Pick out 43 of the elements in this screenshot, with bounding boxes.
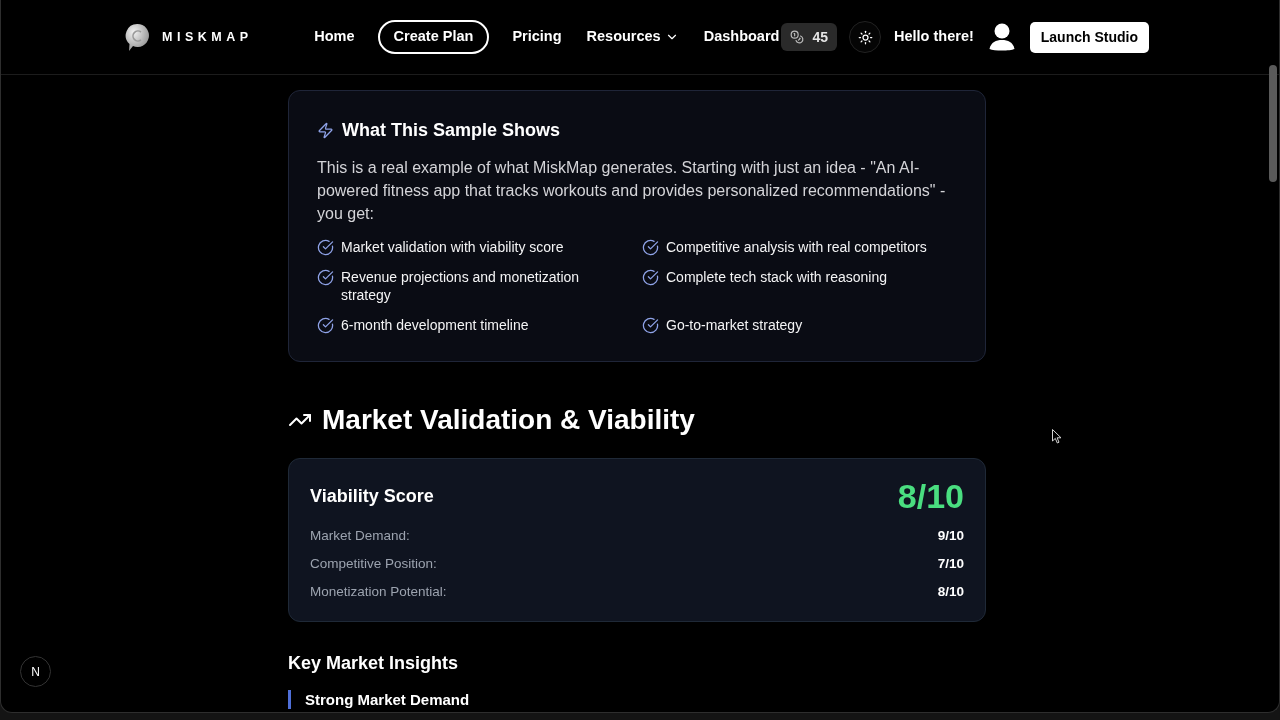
metric-value: 9/10	[937, 527, 964, 545]
section-title: Market Validation & Viability	[322, 403, 695, 437]
metric-label: Market Demand:	[310, 527, 410, 545]
check-circle-icon	[317, 317, 334, 334]
scrollbar-thumb[interactable]	[1269, 65, 1277, 182]
score-value: 8/10	[897, 476, 964, 516]
greeting-text: Hello there!	[894, 27, 974, 47]
cursor-icon	[1052, 429, 1062, 444]
insight-title: Strong Market Demand	[305, 690, 471, 709]
feature-text: Complete tech stack with reasoning	[666, 268, 887, 286]
metric-value: 7/10	[937, 555, 964, 573]
check-circle-icon	[317, 239, 334, 256]
metric-label: Monetization Potential:	[310, 583, 447, 601]
insights-title: Key Market Insights	[288, 652, 460, 675]
nav-link[interactable]: Pricing	[510, 20, 564, 54]
coins-icon	[790, 30, 805, 44]
check-circle-icon	[642, 239, 659, 256]
feature-text: Go-to-market strategy	[666, 316, 803, 334]
feature-text: Competitive analysis with real competitors	[666, 238, 927, 256]
nav-link[interactable]: Create Plan	[377, 20, 490, 54]
dev-tools-button[interactable]: N	[20, 656, 51, 687]
nav-link[interactable]: Dashboard	[701, 20, 782, 54]
theme-toggle-button[interactable]	[849, 21, 881, 53]
feature-text: Market validation with viability score	[341, 238, 564, 256]
credits-badge[interactable]: 45	[781, 23, 837, 51]
metric-label: Competitive Position:	[310, 555, 437, 573]
logo-text: MISKMAP	[162, 28, 253, 46]
user-avatar-icon[interactable]	[988, 23, 1015, 51]
nav-link[interactable]: Home	[312, 20, 357, 54]
nav-dropdown[interactable]: Resources	[584, 20, 681, 54]
logo-icon	[125, 22, 150, 52]
card-title: What This Sample Shows	[342, 119, 561, 142]
card-description: This is a real example of what MiskMap generates. Starting with just an idea - "An AI-powered fitness app that tracks workouts and provides personalized recommendations" - you get:	[317, 158, 947, 224]
launch-studio-button[interactable]: Launch Studio	[1029, 21, 1149, 53]
check-circle-icon	[317, 269, 334, 286]
check-circle-icon	[642, 269, 659, 286]
metric-value: 8/10	[937, 583, 964, 601]
check-circle-icon	[642, 317, 659, 334]
sun-icon	[857, 29, 873, 45]
feature-text: 6-month development timeline	[341, 316, 529, 334]
feature-text: Revenue projections and monetization strategy	[341, 268, 581, 304]
score-title: Viability Score	[310, 485, 434, 508]
lightning-icon	[317, 121, 334, 139]
